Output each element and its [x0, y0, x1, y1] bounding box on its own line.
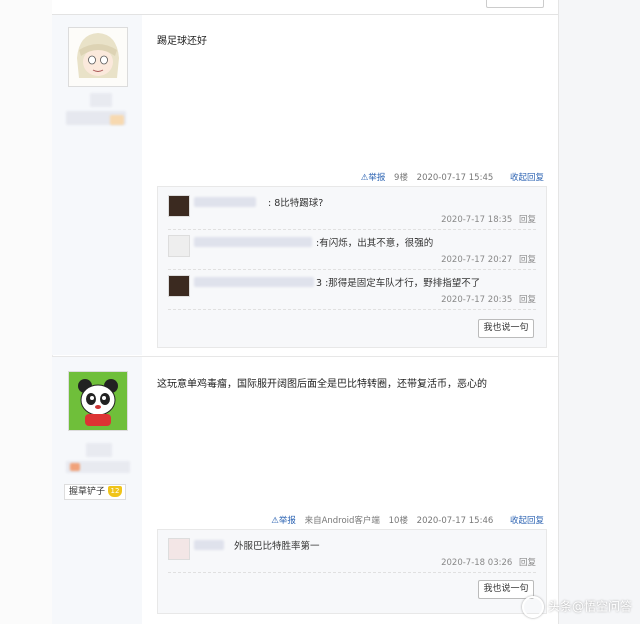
member-badge[interactable]: 握草铲子 12: [64, 484, 127, 500]
reply-item: :有闪烁，出其不意，很强的 2020-7-17 20:27 回复: [168, 231, 536, 270]
blurred-username: [86, 443, 112, 457]
previous-post-end: [52, 0, 558, 15]
post-tail: ⚠举报 9楼 2020-07-17 15:45 收起回复: [355, 171, 544, 183]
report-link[interactable]: ⚠举报: [271, 516, 296, 526]
floor-number: 9楼: [394, 173, 408, 183]
post-floor-9: 踢足球还好 ⚠举报 9楼 2020-07-17 15:45 收起回复 : 8比特…: [52, 15, 558, 355]
previous-say-button[interactable]: [486, 0, 544, 8]
reply-link[interactable]: 回复: [519, 255, 536, 265]
left-gutter: [0, 0, 53, 624]
blurred-reply-username: [194, 237, 312, 247]
post-time: 2020-07-17 15:45: [416, 173, 494, 183]
reply-box: : 8比特踢球? 2020-7-17 18:35 回复 :有闪烁，出其不意，很强…: [157, 186, 547, 348]
reply-item: : 8比特踢球? 2020-7-17 18:35 回复: [168, 191, 536, 230]
reply-time: 2020-7-17 18:35: [441, 215, 513, 225]
author-avatar[interactable]: [68, 371, 128, 431]
author-column: 握草铲子 12: [52, 357, 142, 624]
anime-avatar-image: [69, 28, 127, 86]
post-floor-10: 握草铲子 12 这玩意单鸡毒瘤，国际服开阔图后面全是巴比特转圈，还带复活币，恶心…: [52, 357, 558, 624]
reply-meta: 2020-7-17 20:35 回复: [437, 293, 536, 305]
floor-number: 10楼: [388, 516, 408, 526]
badge-level: 12: [108, 486, 123, 497]
post-time: 2020-07-17 15:46: [416, 516, 494, 526]
blurred-reply-username: [194, 277, 314, 287]
blurred-reply-username: [194, 540, 224, 550]
blurred-user-icon: [70, 463, 80, 471]
reply-box: 外服巴比特胜率第一 2020-7-18 03:26 回复 我也说一句: [157, 529, 547, 614]
reply-avatar[interactable]: [168, 235, 190, 257]
blurred-username: [90, 93, 112, 107]
reply-item: 外服巴比特胜率第一 2020-7-18 03:26 回复: [168, 534, 536, 573]
collapse-replies-link[interactable]: 收起回复: [510, 516, 544, 526]
reply-text: 3 :那得是固定车队才行，野排指望不了: [316, 278, 481, 289]
reply-meta: 2020-7-18 03:26 回复: [437, 556, 536, 568]
reply-time: 2020-7-17 20:27: [441, 255, 513, 265]
reply-text: 外服巴比特胜率第一: [234, 541, 320, 552]
badge-name: 握草铲子: [69, 487, 106, 497]
reply-link[interactable]: 回复: [519, 558, 536, 568]
author-avatar[interactable]: [68, 27, 128, 87]
reply-meta: 2020-7-17 20:27 回复: [437, 253, 536, 265]
reply-link[interactable]: 回复: [519, 295, 536, 305]
reply-link[interactable]: 回复: [519, 215, 536, 225]
post-content: 踢足球还好: [157, 36, 207, 47]
right-sidebar: [558, 0, 640, 624]
say-something-button[interactable]: 我也说一句: [478, 319, 534, 338]
reply-time: 2020-7-17 20:35: [441, 295, 513, 305]
reply-avatar[interactable]: [168, 275, 190, 297]
reply-time: 2020-7-18 03:26: [441, 558, 513, 568]
reply-text: :有闪烁，出其不意，很强的: [316, 238, 434, 249]
blurred-user-badge: [110, 115, 124, 125]
reply-avatar[interactable]: [168, 538, 190, 560]
post-content: 这玩意单鸡毒瘤，国际服开阔图后面全是巴比特转圈，还带复活币，恶心的: [157, 379, 487, 390]
reply-meta: 2020-7-17 18:35 回复: [437, 213, 536, 225]
reply-item: 3 :那得是固定车队才行，野排指望不了 2020-7-17 20:35 回复: [168, 271, 536, 310]
wukong-logo-icon: [521, 596, 544, 618]
reply-avatar[interactable]: [168, 195, 190, 217]
report-link[interactable]: ⚠举报: [361, 173, 386, 183]
post-source: 来自Android客户端: [304, 516, 380, 526]
post-tail: ⚠举报 来自Android客户端 10楼 2020-07-17 15:46 收起…: [265, 514, 544, 526]
collapse-replies-link[interactable]: 收起回复: [510, 173, 544, 183]
blurred-reply-username: [194, 197, 256, 207]
panda-avatar-image: [69, 372, 127, 430]
watermark: 头条@悟空问答: [521, 596, 632, 618]
author-column: [52, 15, 142, 355]
reply-text: : 8比特踢球?: [268, 198, 324, 209]
